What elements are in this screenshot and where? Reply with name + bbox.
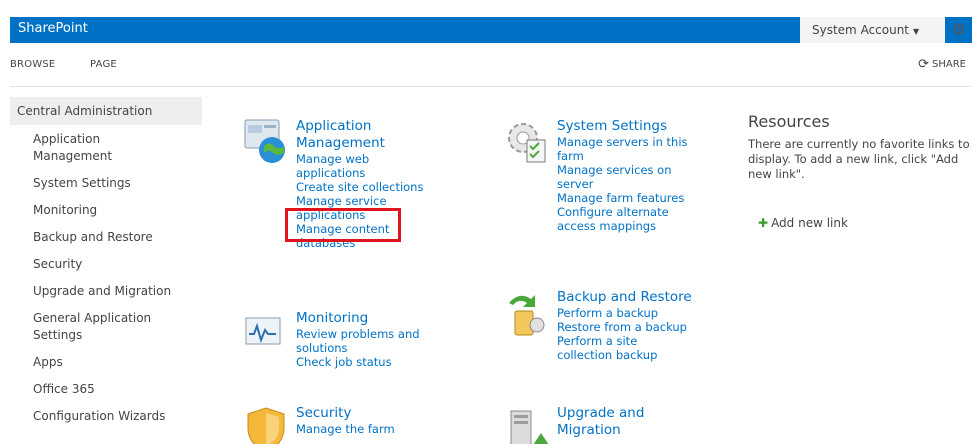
security-shield-icon[interactable] xyxy=(242,405,290,444)
nav-item-office-365[interactable]: Office 365 xyxy=(10,381,202,398)
highlight-box xyxy=(285,208,401,242)
application-management-icon[interactable] xyxy=(242,118,290,166)
system-settings-title[interactable]: System Settings xyxy=(557,118,703,135)
application-management-title[interactable]: Application Management xyxy=(296,118,432,152)
account-menu[interactable]: System Account ▼ xyxy=(800,17,945,43)
nav-item-general-application-settings[interactable]: General Application Settings xyxy=(10,310,175,344)
link-perform-a-backup[interactable]: Perform a backup xyxy=(557,306,703,320)
link-restore-from-a-backup[interactable]: Restore from a backup xyxy=(557,320,703,334)
resources-text: There are currently no favorite links to… xyxy=(748,137,970,181)
ribbon: BROWSE PAGE ⟳ SHARE xyxy=(10,43,972,87)
nav-item-apps[interactable]: Apps xyxy=(10,354,202,371)
add-new-link[interactable]: ✚ Add new link xyxy=(758,216,972,230)
backup-and-restore-icon[interactable] xyxy=(503,289,551,337)
link-manage-web-applications[interactable]: Manage web applications xyxy=(296,152,396,180)
left-navigation: Central Administration Application Manag… xyxy=(10,97,202,425)
section-security: Security Manage the farm xyxy=(242,405,432,444)
system-settings-icon[interactable] xyxy=(503,118,551,166)
upgrade-and-migration-icon[interactable] xyxy=(503,405,551,444)
tab-browse[interactable]: BROWSE xyxy=(10,59,55,70)
link-configure-alternate-access-mappings[interactable]: Configure alternate access mappings xyxy=(557,205,672,233)
share-label: SHARE xyxy=(932,59,966,70)
section-upgrade-and-migration: Upgrade and Migration xyxy=(503,405,703,444)
section-monitoring: Monitoring Review problems and solutions… xyxy=(242,310,432,369)
tab-page[interactable]: PAGE xyxy=(90,59,117,70)
resources-title: Resources xyxy=(748,112,830,131)
sharepoint-brand[interactable]: SharePoint xyxy=(18,21,88,36)
nav-item-system-settings[interactable]: System Settings xyxy=(10,175,202,192)
nav-item-backup-and-restore[interactable]: Backup and Restore xyxy=(10,229,202,246)
resources-panel: Resources There are currently no favorit… xyxy=(748,112,972,230)
upgrade-and-migration-title[interactable]: Upgrade and Migration xyxy=(557,405,657,439)
nav-item-monitoring[interactable]: Monitoring xyxy=(10,202,202,219)
share-button[interactable]: ⟳ SHARE xyxy=(918,57,966,72)
link-review-problems-and-solutions[interactable]: Review problems and solutions xyxy=(296,327,426,355)
suite-bar: SharePoint System Account ▼ ⚙ xyxy=(10,17,972,43)
link-manage-farm-features[interactable]: Manage farm features xyxy=(557,191,703,205)
section-system-settings: System Settings Manage servers in this f… xyxy=(503,118,703,233)
link-manage-the-farm[interactable]: Manage the farm xyxy=(296,422,432,436)
link-manage-services-on-server[interactable]: Manage services on server xyxy=(557,163,682,191)
section-backup-and-restore: Backup and Restore Perform a backup Rest… xyxy=(503,289,703,362)
nav-item-upgrade-and-migration[interactable]: Upgrade and Migration xyxy=(10,283,202,300)
monitoring-title[interactable]: Monitoring xyxy=(296,310,432,327)
gear-icon[interactable]: ⚙ xyxy=(950,20,968,40)
nav-item-application-management[interactable]: Application Management xyxy=(10,131,160,165)
link-check-job-status[interactable]: Check job status xyxy=(296,355,432,369)
caret-down-icon: ▼ xyxy=(913,27,920,36)
nav-item-configuration-wizards[interactable]: Configuration Wizards xyxy=(10,408,202,425)
share-icon: ⟳ xyxy=(918,57,930,72)
account-name: System Account xyxy=(812,23,910,37)
link-create-site-collections[interactable]: Create site collections xyxy=(296,180,432,194)
nav-header-central-administration[interactable]: Central Administration xyxy=(10,97,202,125)
nav-item-security[interactable]: Security xyxy=(10,256,202,273)
link-manage-servers-in-this-farm[interactable]: Manage servers in this farm xyxy=(557,135,692,163)
add-new-link-label: Add new link xyxy=(771,216,848,230)
monitoring-icon[interactable] xyxy=(242,310,290,358)
backup-and-restore-title[interactable]: Backup and Restore xyxy=(557,289,703,306)
plus-icon: ✚ xyxy=(758,216,769,230)
link-perform-a-site-collection-backup[interactable]: Perform a site collection backup xyxy=(557,334,667,362)
security-title[interactable]: Security xyxy=(296,405,432,422)
